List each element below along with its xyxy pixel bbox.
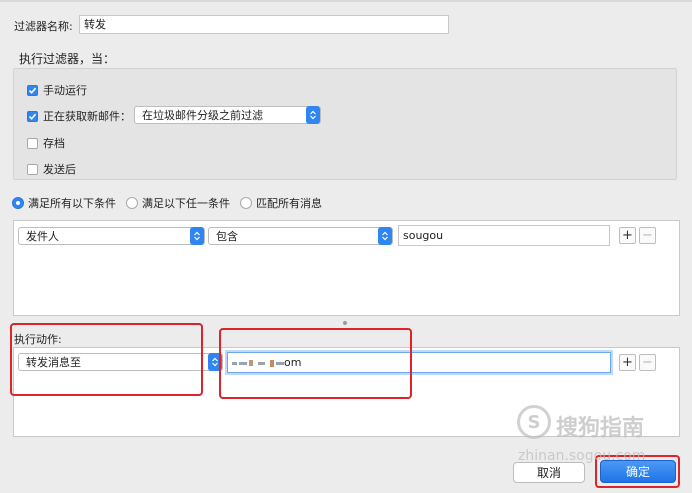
checkbox-checked-icon[interactable] (27, 84, 38, 96)
ok-button[interactable]: 确定 (600, 460, 676, 483)
rule-field-popup[interactable]: 发件人 (18, 227, 205, 245)
checkbox-unchecked-icon[interactable] (27, 137, 38, 149)
match-any-label[interactable]: 满足以下任一条件 (142, 195, 230, 211)
splitter-handle[interactable] (343, 321, 347, 325)
rule-value-input[interactable]: sougou (398, 225, 610, 246)
option-fetch-new-mail[interactable]: 正在获取新邮件： (27, 108, 131, 124)
fetch-timing-popup[interactable]: 在垃圾邮件分级之前过滤 (134, 106, 321, 124)
updown-arrows-icon (378, 227, 392, 245)
option-label: 存档 (43, 137, 65, 150)
match-all-label[interactable]: 满足所有以下条件 (28, 195, 116, 211)
match-mode-group: 满足所有以下条件 满足以下任一条件 匹配所有消息 (12, 195, 322, 211)
updown-arrows-icon (306, 106, 320, 124)
execute-when-title: 执行过滤器，当： (19, 52, 116, 66)
option-label: 手动运行 (43, 84, 87, 97)
highlight-forward-address (219, 328, 412, 399)
option-label: 正在获取新邮件： (43, 110, 131, 123)
option-archive[interactable]: 存档 (27, 135, 65, 151)
option-manual-run[interactable]: 手动运行 (27, 82, 87, 98)
watermark-brand: 搜狗指南 (556, 416, 645, 441)
filter-name-input[interactable]: 转发 (79, 15, 449, 34)
checkbox-unchecked-icon[interactable] (27, 163, 38, 175)
execute-conditions-panel: 手动运行 正在获取新邮件： 在垃圾邮件分级之前过滤 存档 发送后 (13, 68, 677, 180)
checkbox-checked-icon[interactable] (27, 110, 38, 122)
add-condition-button[interactable]: + (619, 227, 636, 244)
conditions-list: 发件人 包含 sougou + − (13, 220, 680, 316)
option-label: 发送后 (43, 163, 76, 176)
add-action-button[interactable]: + (619, 354, 636, 371)
rule-operator-popup[interactable]: 包含 (208, 227, 393, 245)
remove-action-button[interactable]: − (639, 354, 656, 371)
radio-unselected-icon[interactable] (126, 197, 138, 209)
highlight-action-type (10, 323, 203, 396)
updown-arrows-icon (190, 227, 204, 245)
radio-selected-icon[interactable] (12, 197, 24, 209)
match-every-message-label[interactable]: 匹配所有消息 (256, 195, 322, 211)
watermark-logo-icon: S (517, 405, 551, 439)
filter-name-label: 过滤器名称: (14, 20, 73, 33)
option-after-send[interactable]: 发送后 (27, 161, 76, 177)
fetch-timing-value: 在垃圾邮件分级之前过滤 (142, 109, 263, 122)
dialog-top-edge (0, 0, 692, 2)
rule-field-value: 发件人 (26, 230, 59, 243)
rule-operator-value: 包含 (216, 230, 238, 243)
radio-unselected-icon[interactable] (240, 197, 252, 209)
remove-condition-button[interactable]: − (639, 227, 656, 244)
cancel-button[interactable]: 取消 (513, 462, 585, 483)
